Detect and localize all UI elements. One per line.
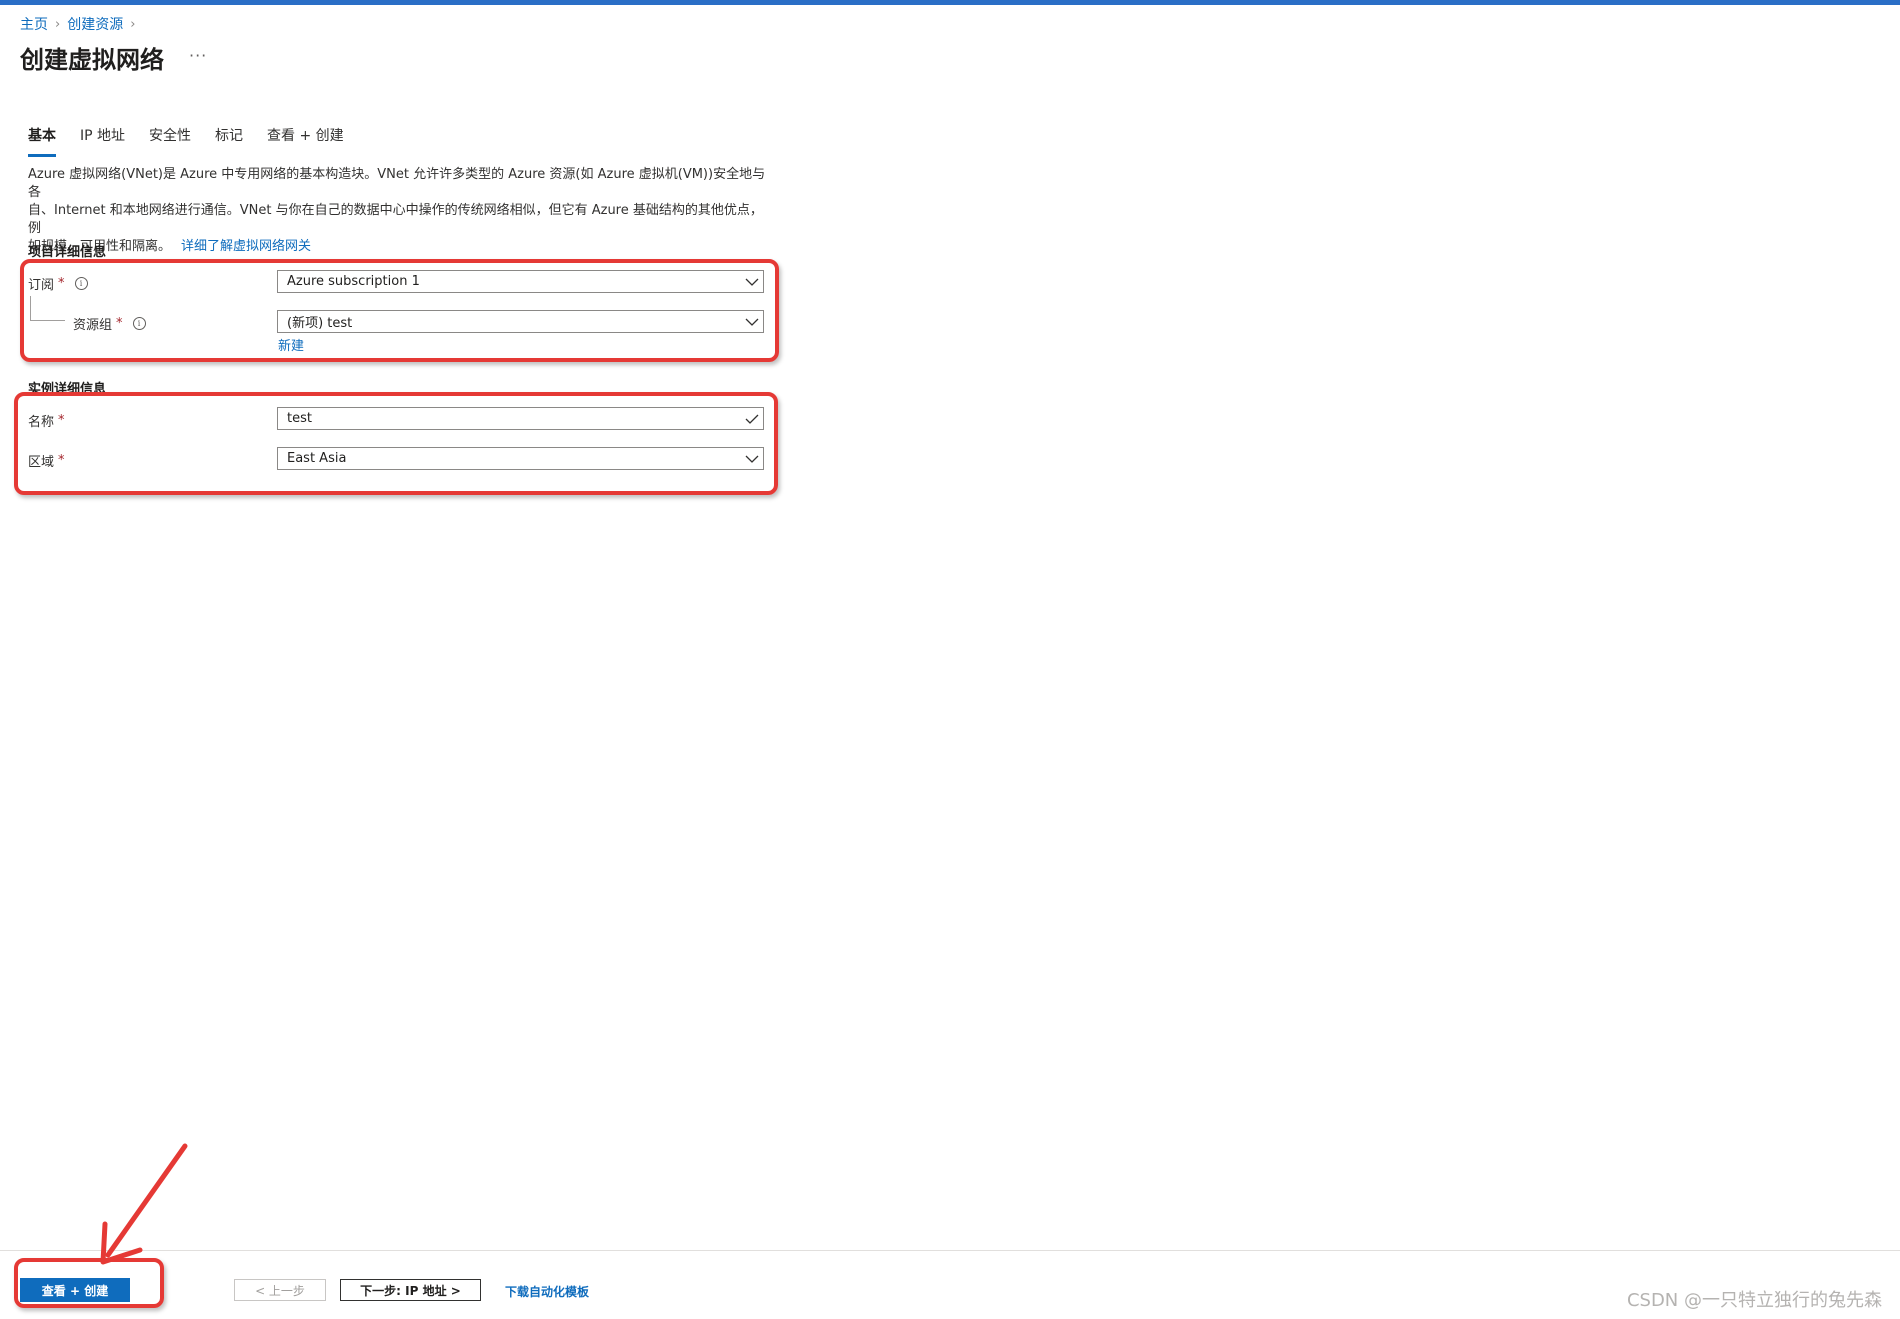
download-template-link[interactable]: 下载自动化模板 [505, 1283, 589, 1300]
tab-basics[interactable]: 基本 [28, 125, 56, 157]
breadcrumb-home-link[interactable]: 主页 [20, 14, 48, 34]
intro-line: 自、Internet 和本地网络进行通信。VNet 与你在自己的数据中心中操作的… [28, 203, 763, 236]
previous-button[interactable]: < 上一步 [234, 1279, 326, 1301]
intro-line: Azure 虚拟网络(VNet)是 Azure 中专用网络的基本构造块。VNet… [28, 167, 766, 200]
breadcrumb-create-resource-link[interactable]: 创建资源 [67, 14, 123, 34]
tab-review-create[interactable]: 查看 + 创建 [267, 125, 344, 157]
watermark: CSDN @一只特立独行的兔先森 [1626, 1290, 1882, 1311]
annotation-highlight-project-details [20, 259, 779, 362]
page-title: 创建虚拟网络 [20, 46, 164, 74]
learn-more-link[interactable]: 详细了解虚拟网络网关 [181, 239, 311, 254]
breadcrumb: 主页 › 创建资源 › [20, 14, 135, 34]
annotation-highlight-instance-details [14, 392, 778, 495]
annotation-highlight-review-create [14, 1258, 164, 1308]
top-accent-bar [0, 0, 1900, 5]
tab-security[interactable]: 安全性 [149, 125, 191, 157]
next-ip-addresses-button[interactable]: 下一步: IP 地址 > [340, 1279, 481, 1301]
tab-bar: 基本 IP 地址 安全性 标记 查看 + 创建 [28, 125, 344, 157]
project-details-heading: 项目详细信息 [28, 245, 107, 260]
intro-line: 如规模、可用性和隔离。 详细了解虚拟网络网关 [28, 239, 312, 254]
more-options-icon[interactable]: ··· [189, 46, 207, 65]
tab-tags[interactable]: 标记 [215, 125, 243, 157]
tab-ip-addresses[interactable]: IP 地址 [80, 125, 125, 157]
chevron-right-icon: › [130, 16, 136, 32]
chevron-right-icon: › [55, 16, 61, 32]
intro-description: Azure 虚拟网络(VNet)是 Azure 中专用网络的基本构造块。VNet… [28, 166, 768, 256]
